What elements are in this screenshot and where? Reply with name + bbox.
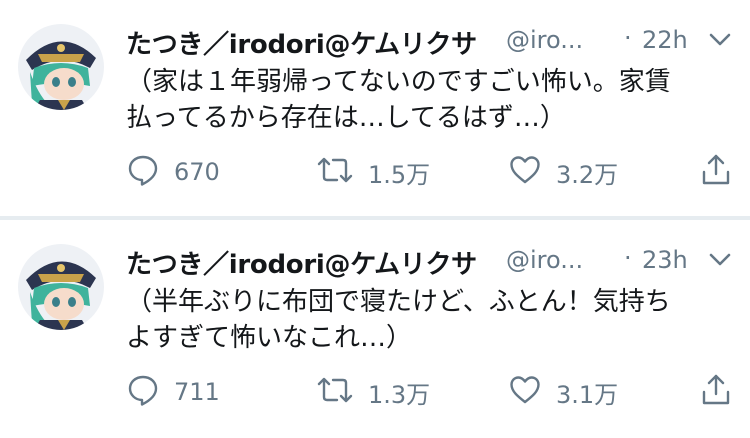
like-count: 3.2万 [556, 160, 619, 189]
share-button[interactable] [700, 150, 732, 194]
separator-dot: · [624, 244, 632, 272]
reply-count: 670 [174, 158, 220, 186]
retweet-button[interactable]: 1.3万 [316, 370, 430, 414]
reply-button[interactable]: 670 [126, 150, 220, 194]
tweet-header: たつき／irodori@ケムリクサ @iro... · 23h [126, 242, 732, 282]
user-handle[interactable]: @iro... [506, 26, 583, 54]
like-button[interactable]: 3.1万 [508, 370, 618, 414]
reply-button[interactable]: 711 [126, 370, 220, 414]
tweet-text-line: よすぎて怖いなこれ…） [126, 323, 413, 353]
tweet-feed: たつき／irodori@ケムリクサ @iro... · 22h （家は１年弱帰っ… [0, 0, 750, 438]
display-name[interactable]: たつき／irodori@ケムリクサ [126, 244, 477, 281]
speech-bubble-icon [126, 153, 160, 191]
tweet-text-line: （家は１年弱帰ってないのですごい怖い。家賃 [126, 67, 671, 97]
share-upload-icon [700, 373, 732, 411]
chevron-down-icon[interactable] [708, 32, 732, 48]
tweet[interactable]: たつき／irodori@ケムリクサ @iro... · 22h （家は１年弱帰っ… [0, 0, 750, 216]
speech-bubble-icon [126, 373, 160, 411]
separator-dot: · [624, 24, 632, 52]
retweet-button[interactable]: 1.5万 [316, 150, 430, 194]
tweet-text-line: 払ってるから存在は…してるはず…） [126, 103, 566, 133]
share-upload-icon [700, 153, 732, 191]
avatar[interactable] [18, 244, 104, 330]
avatar[interactable] [18, 24, 104, 110]
tweet-text: （家は１年弱帰ってないのですごい怖い。家賃 払ってるから存在は…してるはず…） [126, 64, 732, 136]
display-name[interactable]: たつき／irodori@ケムリクサ [126, 24, 477, 61]
user-handle[interactable]: @iro... [506, 246, 583, 274]
retweet-count: 1.3万 [368, 380, 431, 409]
timestamp[interactable]: 22h [642, 26, 688, 54]
heart-icon [508, 153, 542, 191]
retweet-arrows-icon [316, 153, 354, 191]
tweet-actions: 711 1.3万 3.1万 [126, 370, 734, 414]
retweet-count: 1.5万 [368, 160, 431, 189]
tweet-header: たつき／irodori@ケムリクサ @iro... · 22h [126, 22, 732, 62]
heart-icon [508, 373, 542, 411]
tweet-actions: 670 1.5万 3.2万 [126, 150, 734, 194]
like-count: 3.1万 [556, 380, 619, 409]
retweet-arrows-icon [316, 373, 354, 411]
tweet-text: （半年ぶりに布団で寝たけど、ふとん！気持ち よすぎて怖いなこれ…） [126, 284, 732, 356]
chevron-down-icon[interactable] [708, 252, 732, 268]
tweet[interactable]: たつき／irodori@ケムリクサ @iro... · 23h （半年ぶりに布団… [0, 220, 750, 438]
reply-count: 711 [174, 378, 220, 406]
timestamp[interactable]: 23h [642, 246, 688, 274]
share-button[interactable] [700, 370, 732, 414]
like-button[interactable]: 3.2万 [508, 150, 618, 194]
tweet-text-line: （半年ぶりに布団で寝たけど、ふとん！気持ち [126, 287, 671, 317]
